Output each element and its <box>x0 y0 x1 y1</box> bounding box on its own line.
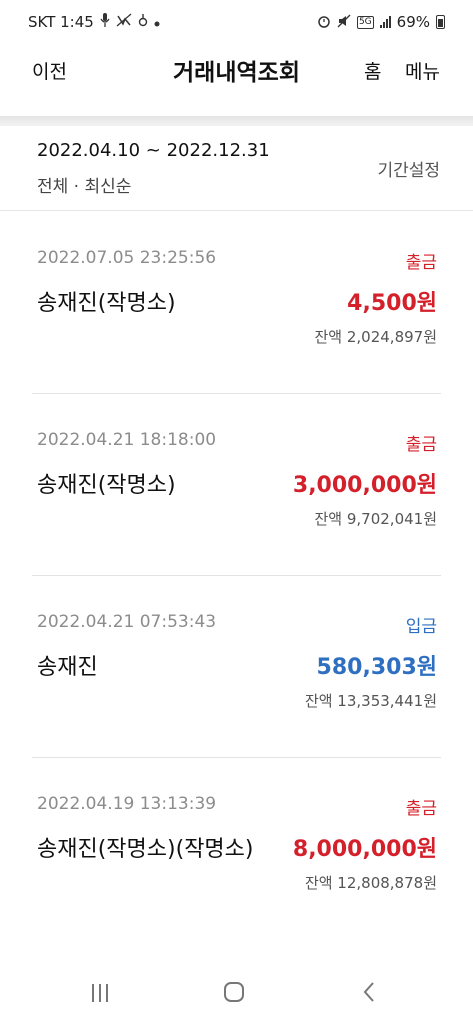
dot-icon <box>154 13 160 31</box>
transaction-balance: 잔액 9,702,041원 <box>314 510 437 528</box>
transaction-type: 출금 <box>405 799 437 819</box>
home-icon[interactable] <box>224 982 244 1002</box>
period-setting-button[interactable]: 기간설정 <box>377 156 440 181</box>
transaction-type: 출금 <box>405 435 437 455</box>
transaction-item[interactable]: 2022.04.19 13:13:39 출금 송재진(작명소)(작명소) 8,0… <box>32 758 441 939</box>
battery-icon <box>436 15 445 29</box>
transaction-type: 출금 <box>405 253 437 273</box>
home-button[interactable]: 홈 <box>364 57 381 84</box>
transaction-amount: 8,000,000원 <box>292 837 437 862</box>
transaction-item[interactable]: 2022.07.05 23:25:56 출금 송재진(작명소) 4,500원 잔… <box>32 212 441 394</box>
battery-percent: 69% <box>396 13 430 31</box>
back-button[interactable]: 이전 <box>32 57 67 84</box>
transaction-type: 입금 <box>405 617 437 637</box>
filter-summary: 전체 · 최신순 <box>37 177 132 197</box>
transaction-time: 2022.07.05 23:25:56 <box>37 248 217 268</box>
transaction-balance: 잔액 13,353,441원 <box>304 692 437 710</box>
transaction-balance: 잔액 2,024,897원 <box>314 328 437 346</box>
status-right: 5G 69% <box>317 13 445 31</box>
app-header: 이전 거래내역조회 홈 메뉴 <box>0 44 473 96</box>
transaction-balance: 잔액 12,808,878원 <box>304 874 437 892</box>
speaker-icon <box>138 13 148 31</box>
transaction-time: 2022.04.19 13:13:39 <box>37 794 217 814</box>
menu-button[interactable]: 메뉴 <box>405 57 440 84</box>
transaction-time: 2022.04.21 18:18:00 <box>37 430 217 450</box>
system-nav-bar <box>0 966 473 1024</box>
recent-apps-icon[interactable] <box>92 984 108 1002</box>
transaction-name: 송재진 <box>37 655 98 680</box>
status-left: SKT 1:45 <box>28 13 160 31</box>
status-bar: SKT 1:45 5G 69% <box>0 0 473 44</box>
transaction-name: 송재진(작명소) <box>37 291 176 316</box>
alarm-icon <box>317 14 331 31</box>
back-icon[interactable] <box>358 980 382 1004</box>
date-range: 2022.04.10 ~ 2022.12.31 <box>37 140 270 161</box>
transaction-item[interactable]: 2022.04.21 07:53:43 입금 송재진 580,303원 잔액 1… <box>32 576 441 758</box>
transaction-amount: 3,000,000원 <box>292 473 437 498</box>
filter-row: 2022.04.10 ~ 2022.12.31 전체 · 최신순 기간설정 <box>0 126 473 211</box>
mute-icon <box>337 14 351 31</box>
transaction-list: 2022.07.05 23:25:56 출금 송재진(작명소) 4,500원 잔… <box>0 212 473 939</box>
header-divider <box>0 116 473 126</box>
5g-icon: 5G <box>356 15 374 29</box>
carrier-time: SKT 1:45 <box>28 13 94 31</box>
transaction-time: 2022.04.21 07:53:43 <box>37 612 217 632</box>
transaction-name: 송재진(작명소)(작명소) <box>37 837 254 862</box>
transaction-amount: 580,303원 <box>316 655 437 680</box>
transaction-name: 송재진(작명소) <box>37 473 176 498</box>
mic-icon <box>100 13 110 31</box>
signal-icon <box>379 16 391 28</box>
page-title: 거래내역조회 <box>173 60 300 86</box>
transaction-amount: 4,500원 <box>347 291 437 316</box>
no-call-icon <box>116 13 132 31</box>
transaction-item[interactable]: 2022.04.21 18:18:00 출금 송재진(작명소) 3,000,00… <box>32 394 441 576</box>
